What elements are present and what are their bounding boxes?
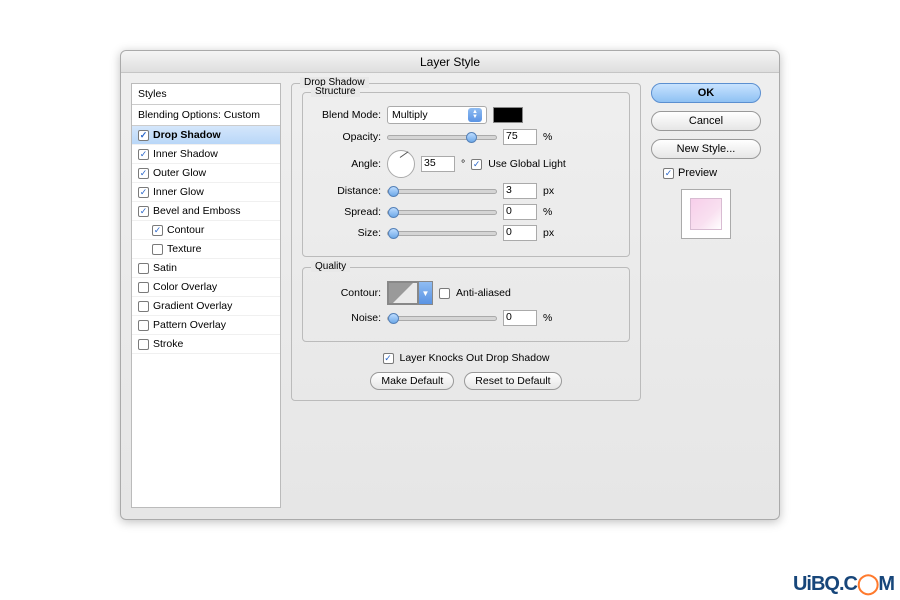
checkbox-icon[interactable] <box>138 263 149 274</box>
layer-style-dialog: Layer Style Styles Blending Options: Cus… <box>120 50 780 520</box>
blend-mode-select[interactable]: Multiply ▲▼ <box>387 106 487 124</box>
sidebar-item-label: Drop Shadow <box>153 129 221 141</box>
contour-swatch-icon <box>388 282 418 304</box>
make-default-button[interactable]: Make Default <box>370 372 454 390</box>
checkbox-icon[interactable] <box>138 149 149 160</box>
noise-label: Noise: <box>313 312 381 324</box>
opacity-input[interactable]: 75 <box>503 129 537 145</box>
quality-fieldset: Quality Contour: ▼ Anti-aliased Noise: <box>302 267 630 342</box>
checkbox-icon[interactable] <box>138 206 149 217</box>
opacity-slider[interactable] <box>387 135 497 140</box>
sidebar-item-label: Bevel and Emboss <box>153 205 241 217</box>
actions-column: OK Cancel New Style... Preview <box>651 83 766 239</box>
sidebar-item-label: Outer Glow <box>153 167 206 179</box>
watermark-text: UiBQ.C◯M <box>793 571 894 596</box>
preview-swatch-icon <box>690 198 722 230</box>
sidebar-item-drop-shadow[interactable]: Drop Shadow <box>132 126 280 145</box>
size-unit: px <box>543 227 554 239</box>
preview-label: Preview <box>678 167 717 179</box>
sidebar-item-label: Pattern Overlay <box>153 319 226 331</box>
noise-input[interactable]: 0 <box>503 310 537 326</box>
sidebar-item-label: Contour <box>167 224 204 236</box>
blend-mode-label: Blend Mode: <box>313 109 381 121</box>
sidebar-item-bevel-emboss[interactable]: Bevel and Emboss <box>132 202 280 221</box>
checkbox-icon[interactable] <box>138 187 149 198</box>
drop-shadow-fieldset: Drop Shadow Structure Blend Mode: Multip… <box>291 83 641 401</box>
sidebar-item-texture[interactable]: Texture <box>132 240 280 259</box>
checkbox-icon[interactable] <box>152 244 163 255</box>
size-slider[interactable] <box>387 231 497 236</box>
angle-dial[interactable] <box>387 150 415 178</box>
use-global-light-checkbox[interactable] <box>471 159 482 170</box>
sidebar-item-gradient-overlay[interactable]: Gradient Overlay <box>132 297 280 316</box>
sidebar-item-outer-glow[interactable]: Outer Glow <box>132 164 280 183</box>
anti-aliased-label: Anti-aliased <box>456 287 511 299</box>
structure-fieldset: Structure Blend Mode: Multiply ▲▼ Opacit… <box>302 92 630 257</box>
checkbox-icon[interactable] <box>152 225 163 236</box>
dialog-content: Styles Blending Options: Custom Drop Sha… <box>121 73 779 519</box>
effect-panel: Drop Shadow Structure Blend Mode: Multip… <box>291 83 641 411</box>
checkbox-icon[interactable] <box>138 168 149 179</box>
sidebar-item-inner-shadow[interactable]: Inner Shadow <box>132 145 280 164</box>
noise-unit: % <box>543 312 552 324</box>
new-style-button[interactable]: New Style... <box>651 139 761 159</box>
checkbox-icon[interactable] <box>138 301 149 312</box>
distance-slider[interactable] <box>387 189 497 194</box>
angle-label: Angle: <box>313 158 381 170</box>
blending-options-header[interactable]: Blending Options: Custom <box>132 105 280 126</box>
spread-unit: % <box>543 206 552 218</box>
sidebar-item-pattern-overlay[interactable]: Pattern Overlay <box>132 316 280 335</box>
preview-checkbox[interactable] <box>663 168 674 179</box>
checkbox-icon[interactable] <box>138 339 149 350</box>
sidebar-item-stroke[interactable]: Stroke <box>132 335 280 354</box>
size-label: Size: <box>313 227 381 239</box>
sidebar-item-color-overlay[interactable]: Color Overlay <box>132 278 280 297</box>
ok-button[interactable]: OK <box>651 83 761 103</box>
layer-knocks-out-label: Layer Knocks Out Drop Shadow <box>400 352 550 364</box>
noise-slider[interactable] <box>387 316 497 321</box>
opacity-unit: % <box>543 131 552 143</box>
distance-input[interactable]: 3 <box>503 183 537 199</box>
use-global-light-label: Use Global Light <box>488 158 566 170</box>
distance-label: Distance: <box>313 185 381 197</box>
checkbox-icon[interactable] <box>138 282 149 293</box>
layer-knocks-out-checkbox[interactable] <box>383 353 394 364</box>
shadow-color-swatch[interactable] <box>493 107 523 123</box>
sidebar-item-satin[interactable]: Satin <box>132 259 280 278</box>
sidebar-item-inner-glow[interactable]: Inner Glow <box>132 183 280 202</box>
sidebar-item-label: Stroke <box>153 338 183 350</box>
dialog-title: Layer Style <box>121 51 779 73</box>
structure-legend: Structure <box>311 86 360 97</box>
contour-picker[interactable]: ▼ <box>387 281 433 305</box>
size-input[interactable]: 0 <box>503 225 537 241</box>
reset-default-button[interactable]: Reset to Default <box>464 372 561 390</box>
sidebar-item-label: Satin <box>153 262 177 274</box>
contour-label: Contour: <box>313 287 381 299</box>
sidebar-item-label: Gradient Overlay <box>153 300 232 312</box>
anti-aliased-checkbox[interactable] <box>439 288 450 299</box>
spread-input[interactable]: 0 <box>503 204 537 220</box>
sidebar-item-label: Color Overlay <box>153 281 217 293</box>
spread-slider[interactable] <box>387 210 497 215</box>
blend-mode-value: Multiply <box>392 109 428 121</box>
sidebar-item-contour[interactable]: Contour <box>132 221 280 240</box>
updown-arrows-icon: ▲▼ <box>468 108 482 122</box>
styles-sidebar: Styles Blending Options: Custom Drop Sha… <box>131 83 281 508</box>
chevron-down-icon: ▼ <box>418 282 432 304</box>
quality-legend: Quality <box>311 261 350 272</box>
spread-label: Spread: <box>313 206 381 218</box>
sidebar-item-label: Inner Shadow <box>153 148 218 160</box>
angle-unit: ° <box>461 158 465 170</box>
opacity-label: Opacity: <box>313 131 381 143</box>
distance-unit: px <box>543 185 554 197</box>
sidebar-item-label: Inner Glow <box>153 186 204 198</box>
checkbox-icon[interactable] <box>138 130 149 141</box>
checkbox-icon[interactable] <box>138 320 149 331</box>
styles-header[interactable]: Styles <box>132 84 280 105</box>
cancel-button[interactable]: Cancel <box>651 111 761 131</box>
preview-thumbnail <box>681 189 731 239</box>
sidebar-item-label: Texture <box>167 243 201 255</box>
angle-input[interactable]: 35 <box>421 156 455 172</box>
